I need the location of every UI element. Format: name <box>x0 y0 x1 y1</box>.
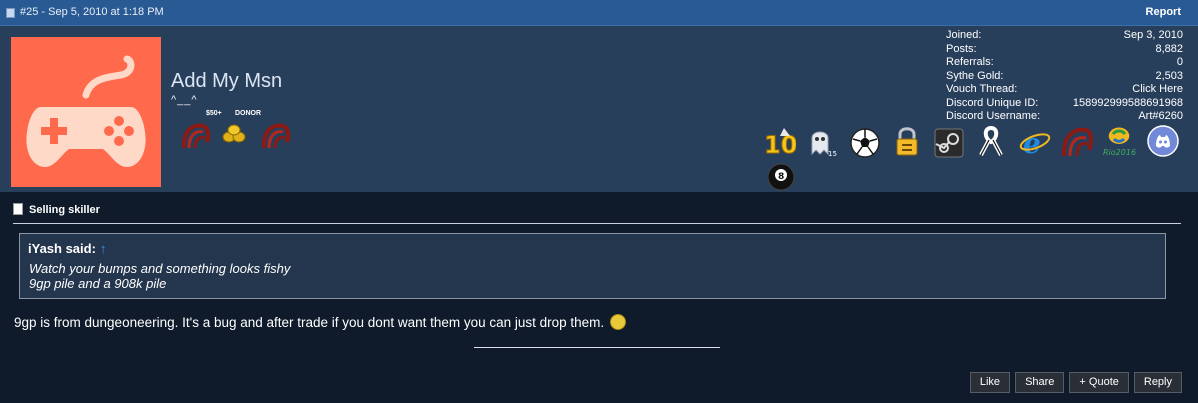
ie-icon[interactable]: e <box>1018 126 1052 160</box>
svg-text:10: 10 <box>764 131 796 159</box>
stat-posts: Posts: 8,882 <box>946 42 1183 55</box>
rio-2016-icon[interactable]: Rio2016 <box>1102 124 1136 158</box>
user-awards: 10 15 e Rio2016 8 <box>760 120 1190 191</box>
document-icon <box>13 203 23 215</box>
post-info[interactable]: #25 - Sep 5, 2010 at 1:18 PM <box>20 6 164 18</box>
quote-button[interactable]: + Quote <box>1069 372 1129 393</box>
post-actions: Like Share + Quote Reply <box>969 372 1182 393</box>
confused-smiley-icon <box>610 314 627 330</box>
user-info-bar: Add My Msn ^__^ $50+ DONOR Joined: Sep 3,… <box>0 26 1198 192</box>
donor-label: DONOR <box>235 110 262 117</box>
claw-badge-icon <box>261 123 291 149</box>
ten-year-icon[interactable]: 10 <box>762 126 796 160</box>
avatar[interactable] <box>11 37 161 187</box>
user-badges: $50+ DONOR <box>181 110 301 150</box>
quote-author: iYash said: <box>28 241 96 256</box>
post-header-bar: #25 - Sep 5, 2010 at 1:18 PM Report <box>0 0 1198 26</box>
signature-divider <box>474 347 720 348</box>
steam-icon[interactable] <box>932 126 966 160</box>
stat-joined: Joined: Sep 3, 2010 <box>946 29 1183 41</box>
like-button[interactable]: Like <box>969 372 1011 393</box>
svg-text:8: 8 <box>778 172 784 182</box>
quote-line: Watch your bumps and something looks fis… <box>29 261 291 276</box>
quote-header: iYash said: ↑ <box>28 241 106 256</box>
svg-text:15: 15 <box>828 150 837 158</box>
quote-block: iYash said: ↑ Watch your bumps and someth… <box>19 233 1166 299</box>
username[interactable]: Add My Msn <box>171 70 282 93</box>
donor-amount: $50+ <box>206 110 222 117</box>
stat-referrals: Referrals: 0 <box>946 56 1183 68</box>
eight-ball-icon[interactable]: 8 <box>764 160 798 194</box>
thread-title: Selling skiller <box>29 204 100 216</box>
discord-icon[interactable] <box>1146 124 1180 158</box>
gamepad-icon <box>26 55 146 167</box>
ghost-icon[interactable]: 15 <box>804 124 838 158</box>
stat-vouch-thread: Vouch Thread: Click Here <box>946 83 1183 97</box>
soccer-ball-icon[interactable] <box>848 126 882 160</box>
svg-text:e: e <box>1023 127 1041 160</box>
post-icon <box>6 8 15 18</box>
title-divider <box>13 223 1181 224</box>
post-content: Selling skiller iYash said: ↑ Watch your … <box>0 192 1198 403</box>
padlock-icon[interactable] <box>890 124 924 158</box>
quote-jump-arrow[interactable]: ↑ <box>100 241 107 256</box>
report-link[interactable]: Report <box>1146 6 1181 18</box>
reply-button[interactable]: Reply <box>1133 372 1182 393</box>
thread-title-row: Selling skiller <box>13 203 100 216</box>
claw-icon[interactable] <box>1060 124 1094 158</box>
user-stats: Joined: Sep 3, 2010 Posts: 8,882 Referrals… <box>946 29 1183 124</box>
gold-coins-icon <box>222 124 246 143</box>
claw-badge-icon <box>181 123 211 149</box>
post-message: 9gp is from dungeoneering. It's a bug an… <box>14 314 627 330</box>
user-title: ^__^ <box>171 94 198 106</box>
svg-text:Rio2016: Rio2016 <box>1103 148 1136 157</box>
message-text: 9gp is from dungeoneering. It's a bug an… <box>14 315 605 330</box>
share-button[interactable]: Share <box>1015 372 1065 393</box>
stat-discord-id: Discord Unique ID: 158992999588691968 <box>946 96 1183 109</box>
quote-line: 9gp pile and a 908k pile <box>29 276 167 291</box>
vouch-thread-link[interactable]: Click Here <box>1132 83 1183 97</box>
stat-sythe-gold: Sythe Gold: 2,503 <box>946 69 1183 82</box>
ribbon-icon[interactable] <box>974 124 1008 158</box>
